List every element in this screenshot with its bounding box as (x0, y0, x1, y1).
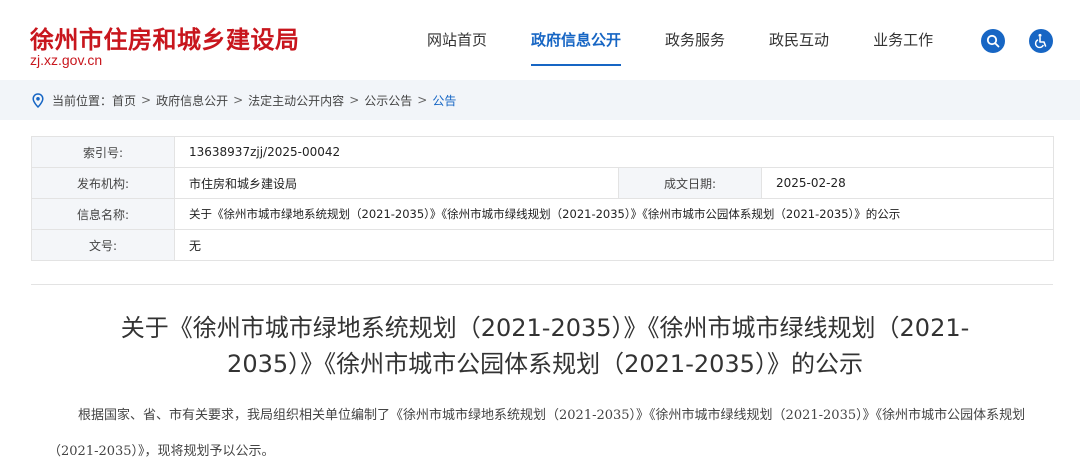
publisher-label: 发布机构: (31, 167, 175, 199)
search-button[interactable] (981, 29, 1005, 53)
doc-number-value: 无 (174, 229, 1054, 261)
breadcrumb-statutory[interactable]: 法定主动公开内容 (248, 92, 344, 109)
nav-item-business[interactable]: 业务工作 (851, 0, 955, 80)
location-pin-icon (32, 92, 44, 108)
breadcrumb-prefix: 当前位置： (52, 93, 113, 108)
wheelchair-icon (1034, 33, 1047, 49)
nav-item-interaction[interactable]: 政民互动 (747, 0, 851, 80)
main-nav: 网站首页 政府信息公开 政务服务 政民互动 业务工作 (405, 0, 955, 80)
search-icon (986, 34, 1000, 48)
date-label: 成文日期: (618, 167, 762, 199)
breadcrumb-separator: > (349, 93, 360, 107)
doc-number-label: 文号: (31, 229, 175, 261)
nav-item-gov-info[interactable]: 政府信息公开 (509, 0, 643, 80)
table-row: 信息名称: 关于《徐州市城市绿地系统规划（2021-2035）》《徐州市城市绿线… (31, 198, 1054, 230)
site-header: 徐州市住房和城乡建设局 zj.xz.gov.cn 网站首页 政府信息公开 政务服… (0, 0, 1080, 80)
article-title: 关于《徐州市城市绿地系统规划（2021-2035）》《徐州市城市绿线规划（202… (120, 314, 970, 378)
breadcrumb-home[interactable]: 首页 (112, 92, 136, 109)
breadcrumb: 当前位置： 首页 > 政府信息公开 > 法定主动公开内容 > 公示公告 > 公告 (32, 80, 456, 120)
breadcrumb-gov-info[interactable]: 政府信息公开 (156, 92, 228, 109)
name-value: 关于《徐州市城市绿地系统规划（2021-2035）》《徐州市城市绿线规划（202… (174, 198, 1054, 230)
table-row: 发布机构: 市住房和城乡建设局 成文日期: 2025-02-28 (31, 167, 1054, 199)
site-title[interactable]: 徐州市住房和城乡建设局 (30, 20, 300, 55)
breadcrumb-separator: > (417, 93, 428, 107)
name-label: 信息名称: (31, 198, 175, 230)
breadcrumb-bar: 当前位置： 首页 > 政府信息公开 > 法定主动公开内容 > 公示公告 > 公告 (0, 80, 1080, 120)
index-value: 13638937zjj/2025-00042 (174, 136, 1054, 168)
breadcrumb-notices[interactable]: 公示公告 (364, 92, 412, 109)
publisher-value: 市住房和城乡建设局 (174, 167, 619, 199)
breadcrumb-separator: > (233, 93, 244, 107)
nav-item-services[interactable]: 政务服务 (643, 0, 747, 80)
breadcrumb-separator: > (141, 93, 152, 107)
table-row: 文号: 无 (31, 229, 1054, 261)
article-body: 根据国家、省、市有关要求，我局组织相关单位编制了《徐州市城市绿地系统规划（202… (48, 408, 1026, 459)
nav-item-home[interactable]: 网站首页 (405, 0, 509, 80)
breadcrumb-current[interactable]: 公告 (432, 92, 456, 109)
accessibility-button[interactable] (1029, 29, 1053, 53)
site-url: zj.xz.gov.cn (30, 52, 103, 68)
date-value: 2025-02-28 (761, 167, 1054, 199)
document-info-table: 索引号: 13638937zjj/2025-00042 发布机构: 市住房和城乡… (31, 136, 1054, 261)
divider (31, 284, 1053, 285)
table-row: 索引号: 13638937zjj/2025-00042 (31, 136, 1054, 168)
index-label: 索引号: (31, 136, 175, 168)
